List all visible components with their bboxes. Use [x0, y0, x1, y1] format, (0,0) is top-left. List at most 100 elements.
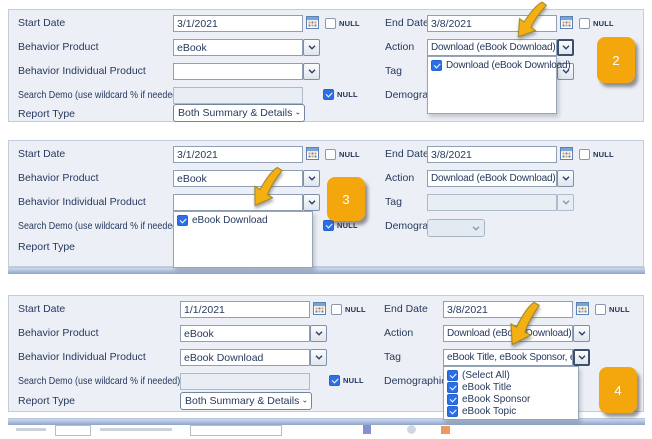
end-date-null-checkbox[interactable]	[579, 149, 590, 160]
start-date-input[interactable]: 3/1/2021	[173, 15, 303, 32]
calendar-icon[interactable]	[306, 16, 319, 29]
clipped-footer-row	[0, 424, 652, 439]
chevron-down-icon[interactable]	[303, 194, 320, 211]
search-demo-null-checkbox[interactable]	[329, 375, 340, 386]
step-badge: 4	[599, 367, 637, 413]
dropdown-option[interactable]: eBook Sponsor	[444, 393, 578, 405]
option-checkbox[interactable]	[431, 60, 442, 71]
null-label: NULL	[343, 376, 364, 385]
report-type-value: Both Summary & Details	[185, 395, 299, 407]
chevron-down-icon[interactable]	[573, 325, 590, 342]
end-date-label: End Date	[385, 17, 429, 29]
option-checkbox[interactable]	[447, 370, 458, 381]
chevron-down-icon[interactable]	[557, 39, 574, 56]
behavior-individual-product-combobox[interactable]: eBook Download	[180, 349, 310, 366]
report-type-select[interactable]: Both Summary & Details	[180, 392, 312, 410]
end-date-label: End Date	[384, 303, 428, 315]
behavior-product-label: Behavior Product	[18, 172, 99, 184]
search-demo-null-checkbox[interactable]	[323, 220, 334, 231]
action-label: Action	[384, 327, 413, 339]
report-filter-screens: { "labels": { "start_date": "Start Date"…	[0, 0, 652, 439]
end-date-input[interactable]: 3/8/2021	[427, 146, 557, 163]
calendar-icon[interactable]	[576, 302, 589, 315]
option-checkbox[interactable]	[177, 215, 188, 226]
dropdown-option[interactable]: (Select All)	[444, 369, 578, 381]
option-checkbox[interactable]	[447, 394, 458, 405]
calendar-icon[interactable]	[560, 16, 573, 29]
step-badge: 3	[327, 177, 365, 221]
tag-label: Tag	[384, 351, 401, 363]
search-demo-input[interactable]	[180, 373, 310, 390]
tag-combobox[interactable]: eBook Title, eBook Sponsor, eBook	[443, 349, 573, 366]
start-date-null-checkbox[interactable]	[325, 149, 336, 160]
chevron-down-icon[interactable]	[303, 63, 320, 80]
option-label: (Select All)	[462, 370, 510, 381]
end-date-label: End Date	[385, 148, 429, 160]
action-label: Action	[385, 41, 414, 53]
chevron-down-icon[interactable]	[303, 39, 320, 56]
option-label: eBook Sponsor	[462, 394, 530, 405]
report-type-label: Report Type	[18, 108, 75, 120]
behavior-product-label: Behavior Product	[18, 41, 99, 53]
behavior-product-combobox[interactable]: eBook	[180, 325, 310, 342]
option-label: eBook Title	[462, 382, 511, 393]
dropdown-option[interactable]: eBook Download	[174, 214, 312, 226]
start-date-input[interactable]: 1/1/2021	[180, 301, 310, 318]
start-date-input[interactable]: 3/1/2021	[173, 146, 303, 163]
demographic-select[interactable]	[427, 219, 485, 237]
end-date-null-checkbox[interactable]	[579, 18, 590, 29]
start-date-null-checkbox[interactable]	[325, 18, 336, 29]
filter-panel-step-2: Start Date 3/1/2021 NULL End Date 3/8/20…	[8, 9, 644, 122]
tag-label: Tag	[385, 196, 402, 208]
behavior-product-combobox[interactable]: eBook	[173, 39, 303, 56]
null-label: NULL	[345, 305, 366, 314]
tag-combobox[interactable]	[427, 194, 557, 211]
clipped-icon[interactable]	[441, 426, 450, 434]
behavior-individual-product-dropdown-list: eBook Download	[173, 211, 313, 268]
end-date-input[interactable]: 3/8/2021	[443, 301, 573, 318]
start-date-label: Start Date	[18, 17, 65, 29]
dropdown-option[interactable]: Download (eBook Download)	[428, 59, 556, 71]
start-date-label: Start Date	[18, 148, 65, 160]
null-label: NULL	[609, 305, 630, 314]
report-type-value: Both Summary & Details	[178, 107, 292, 119]
dropdown-option[interactable]: eBook Topic	[444, 405, 578, 417]
behavior-individual-product-combobox[interactable]	[173, 63, 303, 80]
option-label: Download (eBook Download)	[446, 60, 571, 71]
filter-panel-step-3: Start Date 3/1/2021 NULL End Date 3/8/20…	[8, 140, 644, 267]
chevron-down-icon[interactable]	[310, 325, 327, 342]
dropdown-option[interactable]: eBook Title	[444, 381, 578, 393]
null-label: NULL	[593, 19, 614, 28]
calendar-icon[interactable]	[313, 302, 326, 315]
calendar-icon[interactable]	[306, 147, 319, 160]
chevron-down-icon[interactable]	[310, 349, 327, 366]
clipped-text	[16, 428, 46, 431]
chevron-down-icon[interactable]	[303, 170, 320, 187]
behavior-individual-product-label: Behavior Individual Product	[18, 351, 146, 363]
clipped-icon[interactable]	[363, 425, 371, 434]
search-demo-label: Search Demo (use wildcard % if needed)	[18, 220, 180, 232]
calendar-icon[interactable]	[560, 147, 573, 160]
search-demo-null-checkbox[interactable]	[323, 89, 334, 100]
action-combobox[interactable]: Download (eBook Download)	[427, 170, 557, 187]
clipped-icon[interactable]	[407, 425, 416, 434]
report-type-label: Report Type	[18, 241, 75, 253]
option-checkbox[interactable]	[447, 382, 458, 393]
chevron-down-icon[interactable]	[573, 349, 590, 366]
null-label: NULL	[593, 150, 614, 159]
option-label: eBook Topic	[462, 406, 516, 417]
end-date-null-checkbox[interactable]	[595, 304, 606, 315]
report-type-select[interactable]: Both Summary & Details	[173, 104, 305, 122]
behavior-individual-product-combobox[interactable]	[173, 194, 303, 211]
clipped-input[interactable]	[55, 425, 91, 436]
option-checkbox[interactable]	[447, 406, 458, 417]
chevron-down-icon[interactable]	[557, 170, 574, 187]
chevron-down-icon	[296, 111, 300, 116]
clipped-input[interactable]	[190, 425, 282, 436]
start-date-null-checkbox[interactable]	[331, 304, 342, 315]
null-label: NULL	[339, 150, 360, 159]
action-dropdown-list: Download (eBook Download)	[427, 56, 557, 114]
action-combobox[interactable]: Download (eBook Download)	[427, 39, 557, 56]
search-demo-input[interactable]	[173, 87, 303, 104]
chevron-down-icon[interactable]	[557, 194, 574, 211]
